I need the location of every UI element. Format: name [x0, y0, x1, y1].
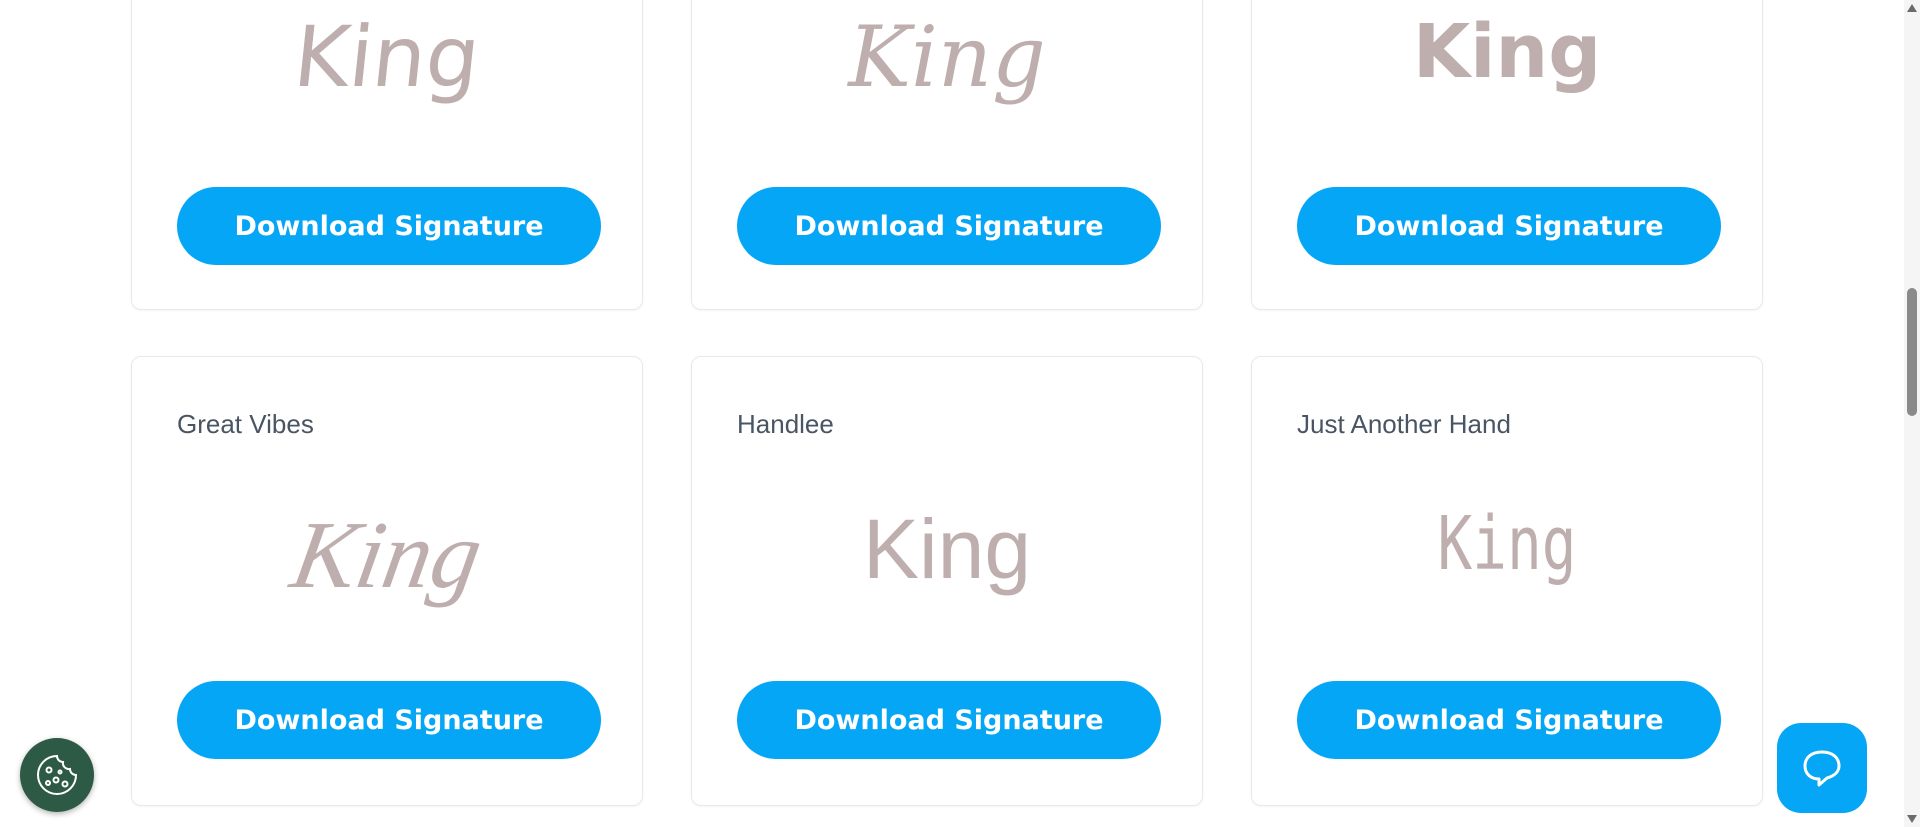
download-signature-button[interactable]: Download Signature	[1297, 681, 1721, 759]
signature-gallery-page: King Download Signature King Download Si…	[0, 0, 1920, 827]
signature-preview: King	[289, 8, 485, 106]
font-name-label: Handlee	[737, 409, 834, 439]
scroll-up-arrow-icon[interactable]	[1907, 4, 1917, 12]
signature-preview: King	[848, 8, 1046, 106]
download-signature-button[interactable]: Download Signature	[737, 681, 1161, 759]
font-name-label: Great Vibes	[177, 409, 314, 439]
signature-card: King Download Signature	[1251, 0, 1763, 310]
signature-preview: King	[1412, 9, 1602, 95]
signature-preview: King	[1437, 501, 1577, 587]
download-signature-button[interactable]: Download Signature	[1297, 187, 1721, 265]
signature-card: Handlee King Download Signature	[691, 356, 1203, 806]
scrollbar-thumb[interactable]	[1907, 288, 1917, 416]
signature-preview: King	[284, 501, 490, 608]
signature-card: King Download Signature	[691, 0, 1203, 310]
vertical-scrollbar[interactable]	[1904, 0, 1920, 827]
signature-card: Great Vibes King Download Signature	[131, 356, 643, 806]
signature-card: King Download Signature	[131, 0, 643, 310]
signature-preview: King	[862, 502, 1032, 596]
download-signature-button[interactable]: Download Signature	[737, 187, 1161, 265]
signature-card: Just Another Hand King Download Signatur…	[1251, 356, 1763, 806]
font-name-label: Just Another Hand	[1297, 409, 1511, 439]
cookie-icon	[37, 754, 78, 795]
cookie-settings-button[interactable]	[20, 738, 94, 812]
chat-launcher-button[interactable]	[1777, 723, 1867, 813]
chat-bubble-icon	[1803, 750, 1841, 787]
scroll-down-arrow-icon[interactable]	[1907, 815, 1917, 823]
download-signature-button[interactable]: Download Signature	[177, 187, 601, 265]
download-signature-button[interactable]: Download Signature	[177, 681, 601, 759]
